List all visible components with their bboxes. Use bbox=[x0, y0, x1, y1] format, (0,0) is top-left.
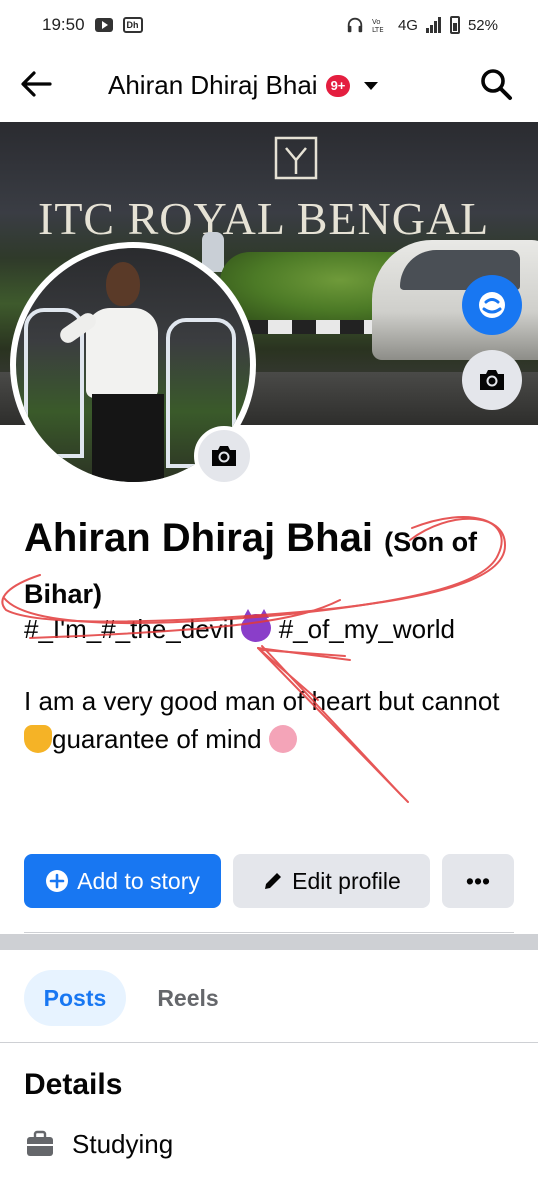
edit-profile-label: Edit profile bbox=[292, 867, 401, 894]
avatar-icon bbox=[479, 292, 505, 318]
detail-item-studying: Studying bbox=[24, 1128, 173, 1160]
thumbs-down-emoji-icon bbox=[24, 725, 52, 753]
briefcase-icon bbox=[24, 1128, 56, 1160]
svg-text:Vo: Vo bbox=[372, 18, 381, 26]
plus-circle-icon bbox=[45, 869, 69, 893]
brain-emoji-icon bbox=[268, 725, 297, 753]
profile-name: Ahiran Dhiraj Bhai (Son of Bihar) bbox=[24, 514, 524, 618]
headphones-icon bbox=[347, 17, 363, 33]
divider bbox=[24, 932, 514, 933]
battery-icon bbox=[449, 16, 460, 34]
profile-bio: I am a very good man of heart but cannot… bbox=[24, 682, 524, 758]
add-to-story-button[interactable]: Add to story bbox=[24, 854, 221, 908]
battery-percent: 52% bbox=[467, 16, 498, 34]
more-options-icon: ••• bbox=[465, 867, 491, 894]
camera-icon bbox=[212, 446, 236, 466]
avatar-head bbox=[106, 262, 140, 306]
search-icon bbox=[481, 69, 512, 100]
cover-sign-text: ITC ROYAL BENGAL bbox=[38, 193, 490, 244]
profile-actions: Add to story Edit profile ••• bbox=[24, 854, 514, 908]
edit-profile-button[interactable]: Edit profile bbox=[233, 854, 430, 908]
avatar-pants bbox=[92, 394, 164, 482]
tagline-part-2: #_of_my_world bbox=[278, 614, 456, 644]
status-bar: 19:50 Dh Vo LTE 4G 52% bbox=[0, 0, 538, 50]
network-type: 4G bbox=[397, 16, 418, 34]
back-button[interactable] bbox=[18, 66, 54, 102]
header-title: Ahiran Dhiraj Bhai bbox=[108, 70, 318, 100]
avatar-messenger-button[interactable] bbox=[462, 275, 522, 335]
search-button[interactable] bbox=[478, 66, 514, 102]
youtube-icon bbox=[94, 18, 113, 32]
signal-icon bbox=[425, 17, 441, 33]
devil-emoji-icon bbox=[241, 609, 272, 642]
bio-part-2: guarantee of mind bbox=[52, 724, 262, 754]
details-heading: Details bbox=[24, 1068, 123, 1101]
add-to-story-label: Add to story bbox=[77, 867, 200, 894]
edit-avatar-button[interactable] bbox=[194, 426, 254, 486]
profile-switcher[interactable]: Ahiran Dhiraj Bhai 9+ bbox=[108, 70, 379, 101]
profile-name-block: Ahiran Dhiraj Bhai (Son of Bihar) bbox=[24, 514, 524, 618]
edit-cover-button[interactable] bbox=[462, 350, 522, 410]
section-separator bbox=[0, 934, 538, 950]
volte-icon: VoLTE bbox=[372, 18, 384, 34]
pencil-icon bbox=[262, 870, 284, 892]
tab-reels[interactable]: Reels bbox=[136, 970, 240, 1026]
top-app-bar: Ahiran Dhiraj Bhai 9+ bbox=[0, 50, 538, 118]
more-options-button[interactable]: ••• bbox=[442, 854, 514, 908]
tagline-part-1: #_I'm_#_the_devil bbox=[24, 614, 235, 644]
status-time: 19:50 bbox=[42, 15, 85, 34]
detail-label: Studying bbox=[72, 1128, 174, 1159]
app-icon: Dh bbox=[122, 17, 143, 33]
avatar-shirt bbox=[86, 308, 158, 398]
profile-name-text: Ahiran Dhiraj Bhai bbox=[24, 516, 373, 560]
hotel-logo-icon bbox=[274, 136, 318, 180]
chevron-down-icon bbox=[364, 81, 379, 90]
bio-part-1: I am a very good man of heart but cannot bbox=[24, 686, 500, 716]
divider bbox=[0, 1042, 538, 1043]
tab-posts[interactable]: Posts bbox=[24, 970, 126, 1026]
svg-text:LTE: LTE bbox=[372, 26, 384, 34]
notification-badge: 9+ bbox=[325, 74, 351, 97]
back-arrow-icon bbox=[21, 71, 52, 97]
camera-icon bbox=[480, 370, 504, 390]
profile-tagline: #_I'm_#_the_devil #_of_my_world bbox=[24, 609, 456, 645]
